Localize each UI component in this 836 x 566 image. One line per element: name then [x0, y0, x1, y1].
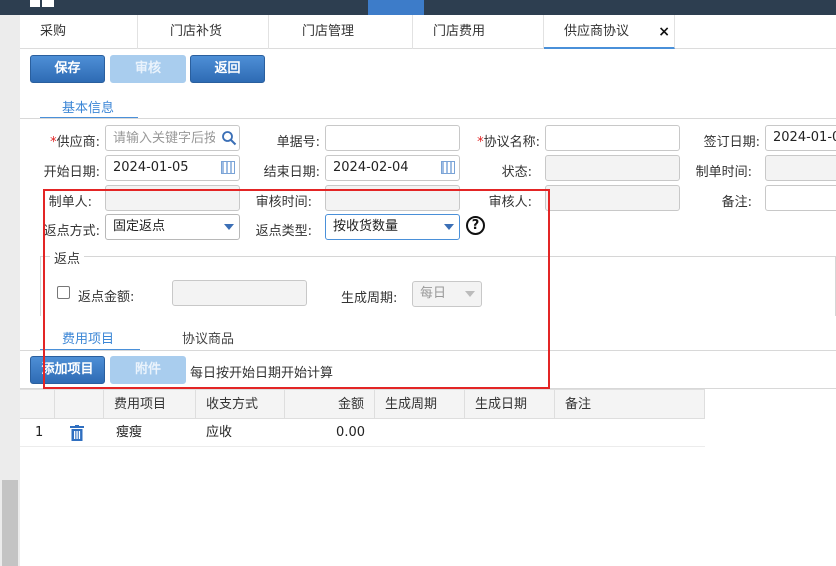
calendar-icon[interactable]	[221, 161, 235, 174]
start-date-field[interactable]: 2024-01-05	[105, 155, 240, 181]
remark-label: 备注:	[721, 195, 752, 210]
agreement-name-field[interactable]	[545, 125, 680, 151]
created-time-label: 制单时间:	[695, 165, 752, 180]
top-nav-active-item[interactable]	[368, 0, 424, 15]
table-header-direction[interactable]: 收支方式	[196, 389, 285, 419]
created-time-field	[765, 155, 836, 181]
tab-purchase[interactable]: 采购	[20, 15, 138, 49]
status-field	[545, 155, 680, 181]
tab-store-management[interactable]: 门店管理	[269, 15, 413, 49]
close-tab-icon[interactable]: ×	[658, 15, 670, 49]
doc-no-field[interactable]	[325, 125, 460, 151]
sign-date-label: 签订日期:	[703, 135, 760, 150]
doc-no-label: 单据号:	[276, 135, 320, 150]
table-header-gen-date[interactable]: 生成日期	[465, 389, 555, 419]
table-header-amount[interactable]: 金额	[285, 389, 375, 419]
cost-items-table: 费用项目 收支方式 金额 生成周期 生成日期 备注 1 瘦瘦 应收 0.00	[20, 389, 705, 449]
end-date-label: 结束日期:	[263, 165, 320, 180]
auditor-field	[545, 185, 680, 211]
calendar-icon[interactable]	[441, 161, 455, 174]
divider	[20, 118, 836, 119]
remark-field[interactable]	[765, 185, 836, 211]
save-button[interactable]: 保存	[30, 55, 105, 83]
sign-date-field[interactable]: 2024-01-05	[765, 125, 836, 151]
table-header-action	[55, 389, 104, 419]
table-header-index	[20, 389, 55, 419]
row-cost-item: 瘦瘦	[116, 425, 143, 440]
app-logo-icon	[30, 0, 54, 7]
table-header-remark[interactable]: 备注	[555, 389, 705, 419]
table-header-period[interactable]: 生成周期	[375, 389, 465, 419]
supplier-label: *供应商:	[50, 135, 100, 150]
agreement-name-label: *协议名称:	[477, 135, 540, 150]
search-icon[interactable]	[221, 130, 237, 146]
highlight-annotation-box	[43, 189, 550, 389]
row-direction: 应收	[206, 425, 233, 440]
tab-store-expense[interactable]: 门店费用	[413, 15, 544, 49]
end-date-field[interactable]: 2024-02-04	[325, 155, 460, 181]
page-tab-bar: 采购 门店补货 门店管理 门店费用 供应商协议 ×	[20, 15, 836, 49]
tab-supplier-agreement[interactable]: 供应商协议 ×	[544, 15, 675, 49]
tab-basic-info[interactable]: 基本信息	[62, 97, 114, 116]
trash-icon[interactable]	[70, 425, 84, 441]
table-header-cost-item[interactable]: 费用项目	[104, 389, 196, 419]
start-date-label: 开始日期:	[43, 165, 100, 180]
row-amount: 0.00	[336, 425, 365, 440]
row-index: 1	[35, 425, 44, 440]
table-row[interactable]: 1 瘦瘦 应收 0.00	[20, 419, 705, 447]
scrollbar-thumb[interactable]	[2, 480, 18, 566]
back-button[interactable]: 返回	[190, 55, 265, 83]
left-scrollbar[interactable]	[0, 15, 20, 566]
tab-store-replenish[interactable]: 门店补货	[138, 15, 269, 49]
supplier-input[interactable]	[105, 125, 240, 151]
app-top-bar	[0, 0, 836, 15]
status-label: 状态:	[501, 165, 532, 180]
audit-button[interactable]: 审核	[110, 55, 186, 83]
